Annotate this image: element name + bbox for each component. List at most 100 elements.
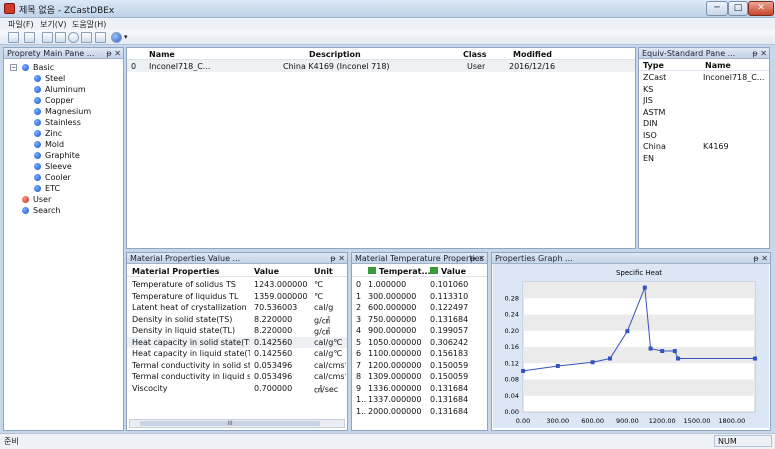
table-row[interactable]: Latent heat of crystallization 70.536003 c… bbox=[127, 302, 347, 313]
table-row[interactable]: 1.. 1337.000000 0.131684 bbox=[352, 394, 487, 405]
materials-list[interactable]: Name Description Class Modified 0 Incone… bbox=[126, 47, 636, 249]
col-type[interactable]: Type bbox=[643, 61, 664, 70]
save-icon[interactable] bbox=[24, 32, 35, 43]
tree-item-sleeve[interactable]: Sleeve bbox=[34, 161, 72, 172]
col-standard-name[interactable]: Name bbox=[705, 61, 731, 70]
chart-icon[interactable] bbox=[95, 32, 106, 43]
filter-icon[interactable] bbox=[81, 32, 92, 43]
app-icon[interactable] bbox=[4, 3, 15, 14]
maximize-button[interactable]: □ bbox=[728, 1, 748, 16]
table-row[interactable]: 1 300.000000 0.113310 bbox=[352, 291, 487, 302]
col-class[interactable]: Class bbox=[463, 50, 487, 59]
col-value[interactable]: Value bbox=[254, 267, 279, 276]
table-row[interactable]: 7 1200.000000 0.150059 bbox=[352, 360, 487, 371]
pin-icon[interactable]: ᵽ bbox=[106, 49, 111, 58]
tree-item-aluminum[interactable]: Aluminum bbox=[34, 84, 86, 95]
table-row[interactable]: Termal conductivity in solid state(... 0.… bbox=[127, 360, 347, 371]
table-row[interactable]: 0 1.000000 0.101060 bbox=[352, 279, 487, 290]
pin-icon[interactable]: ᵽ bbox=[330, 254, 335, 263]
globe-icon[interactable] bbox=[68, 32, 79, 43]
tree-item-zinc[interactable]: Zinc bbox=[34, 128, 62, 139]
data-point[interactable] bbox=[672, 349, 677, 354]
collapse-icon[interactable]: − bbox=[10, 64, 17, 71]
menu-file[interactable]: 파일(F) bbox=[8, 19, 34, 30]
close-icon[interactable]: ✕ bbox=[478, 254, 485, 263]
list-item[interactable]: ASTM bbox=[639, 107, 769, 118]
data-point[interactable] bbox=[555, 363, 560, 368]
table-row[interactable]: Viscocity 0.700000 ㎠/sec bbox=[127, 383, 347, 394]
close-window-button[interactable]: ✕ bbox=[748, 1, 774, 16]
tree-item-stainless[interactable]: Stainless bbox=[34, 117, 81, 128]
data-point[interactable] bbox=[676, 356, 681, 361]
new-file-icon[interactable] bbox=[8, 32, 19, 43]
list-item[interactable]: EN bbox=[639, 153, 769, 164]
col-name[interactable]: Name bbox=[149, 50, 175, 59]
props-list[interactable]: Temperature of solidus TS 1243.000000 ℃ Tem… bbox=[127, 277, 347, 415]
col-unit[interactable]: Unit bbox=[314, 267, 333, 276]
table-icon[interactable] bbox=[55, 32, 66, 43]
scrollbar-thumb[interactable]: III bbox=[140, 421, 320, 427]
col-material-properties[interactable]: Material Properties bbox=[132, 267, 219, 276]
data-point[interactable] bbox=[642, 285, 647, 290]
data-point[interactable] bbox=[625, 329, 630, 334]
col-temperature[interactable]: Temperat... bbox=[379, 267, 431, 276]
table-row[interactable]: 2 600.000000 0.122497 bbox=[352, 302, 487, 313]
tree-item-graphite[interactable]: Graphite bbox=[34, 150, 80, 161]
tree-item-user[interactable]: User bbox=[22, 194, 51, 205]
data-point[interactable] bbox=[648, 346, 653, 351]
list-item[interactable]: ZCast Inconel718_C... bbox=[639, 72, 769, 83]
data-point[interactable] bbox=[608, 356, 612, 361]
tree-item-etc[interactable]: ETC bbox=[34, 183, 60, 194]
data-point[interactable] bbox=[753, 356, 757, 361]
close-icon[interactable]: ✕ bbox=[338, 254, 345, 263]
col-modified[interactable]: Modified bbox=[513, 50, 552, 59]
table-row[interactable]: Termal conductivity in liquid state... 0.… bbox=[127, 371, 347, 382]
close-icon[interactable]: ✕ bbox=[761, 254, 768, 263]
table-row[interactable]: 8 1309.000000 0.150059 bbox=[352, 371, 487, 382]
specific-heat-chart[interactable]: Specific Heat 0.00 0.04 0.08 0.12 0.16 0.20 0.2… bbox=[493, 264, 769, 428]
table-row[interactable]: 3 750.000000 0.131684 bbox=[352, 314, 487, 325]
menu-help[interactable]: 도움말(H) bbox=[72, 19, 106, 30]
row-index: 7 bbox=[356, 360, 362, 370]
table-row[interactable]: 4 900.000000 0.199057 bbox=[352, 325, 487, 336]
table-row[interactable]: Temperature of solidus TS 1243.000000 ℃ bbox=[127, 279, 347, 290]
table-row[interactable]: Heat capacity in liquid state(TL) 0.14256… bbox=[127, 348, 347, 359]
tree-item-basic[interactable]: − Basic bbox=[10, 62, 54, 73]
tree-item-magnesium[interactable]: Magnesium bbox=[34, 106, 91, 117]
tree-item-steel[interactable]: Steel bbox=[34, 73, 65, 84]
table-row[interactable]: 1.. 2000.000000 0.131684 bbox=[352, 406, 487, 417]
pin-icon[interactable]: ᵽ bbox=[752, 49, 757, 58]
table-row[interactable]: Density in solid state(TS) 8.220000 g/㎤ bbox=[127, 314, 347, 325]
close-icon[interactable]: ✕ bbox=[114, 49, 121, 58]
pin-icon[interactable]: ᵽ bbox=[753, 254, 758, 263]
col-temp-value[interactable]: Value bbox=[441, 267, 466, 276]
tree-item-search[interactable]: Search bbox=[22, 205, 60, 216]
list-item[interactable]: KS bbox=[639, 84, 769, 95]
data-point[interactable] bbox=[660, 349, 665, 354]
minimize-button[interactable]: ─ bbox=[706, 1, 728, 16]
table-row[interactable]: 5 1050.000000 0.306242 bbox=[352, 337, 487, 348]
tree-item-mold[interactable]: Mold bbox=[34, 139, 64, 150]
table-row[interactable]: 6 1100.000000 0.156183 bbox=[352, 348, 487, 359]
tree-item-copper[interactable]: Copper bbox=[34, 95, 74, 106]
help-icon[interactable] bbox=[111, 32, 122, 43]
table-row[interactable]: 9 1336.000000 0.131684 bbox=[352, 383, 487, 394]
close-icon[interactable]: ✕ bbox=[760, 49, 767, 58]
table-row[interactable]: Density in liquid state(TL) 8.220000 g/㎤ bbox=[127, 325, 347, 336]
table-row[interactable]: Heat capacity in solid state(TS) 0.142560… bbox=[127, 336, 347, 348]
pin-icon[interactable]: ᵽ bbox=[470, 254, 475, 263]
table-row[interactable]: 0 Inconel718_C... China K4169 (Inconel 7… bbox=[127, 60, 635, 72]
dropdown-arrow-icon[interactable]: ▾ bbox=[124, 33, 128, 41]
tree-item-cooler[interactable]: Cooler bbox=[34, 172, 71, 183]
list-item[interactable]: China K4169 bbox=[639, 141, 769, 152]
data-point[interactable] bbox=[590, 360, 595, 365]
list-item[interactable]: JIS bbox=[639, 95, 769, 106]
horizontal-scrollbar[interactable]: III bbox=[129, 419, 345, 428]
list-item[interactable]: DIN bbox=[639, 118, 769, 129]
list-item[interactable]: ISO bbox=[639, 130, 769, 141]
table-row[interactable]: Temperature of liquidus TL 1359.000000 ℃ bbox=[127, 291, 347, 302]
menu-view[interactable]: 보기(V) bbox=[40, 19, 66, 30]
col-description[interactable]: Description bbox=[309, 50, 361, 59]
data-point[interactable] bbox=[521, 368, 526, 373]
database-icon[interactable] bbox=[42, 32, 53, 43]
